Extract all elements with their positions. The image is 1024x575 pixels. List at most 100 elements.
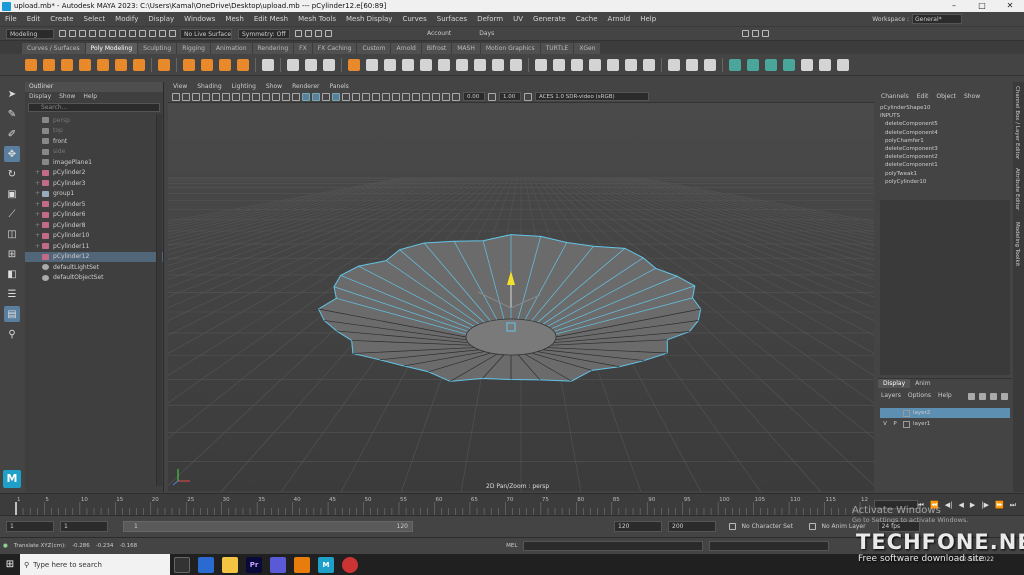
minimize-button[interactable]: –: [940, 0, 968, 12]
menu-help[interactable]: Help: [635, 15, 661, 23]
viewport-menu-renderer[interactable]: Renderer: [292, 82, 319, 91]
bridge-icon[interactable]: [366, 58, 378, 71]
history-input-node[interactable]: deleteComponent1: [878, 161, 1012, 169]
tab-sculpting[interactable]: Sculpting: [138, 43, 177, 54]
tab-xgen[interactable]: XGen: [574, 43, 601, 54]
menu-display[interactable]: Display: [143, 15, 179, 23]
xray-components-icon[interactable]: [442, 92, 450, 101]
side-by-side-layout-icon[interactable]: ◧: [4, 266, 20, 282]
quad-draw-icon[interactable]: [262, 58, 274, 71]
outliner-menu-help[interactable]: Help: [83, 92, 97, 102]
outliner-layout-icon[interactable]: ☰: [4, 286, 20, 302]
sweep-mesh-icon[interactable]: [201, 58, 213, 71]
poly-disc-icon[interactable]: [133, 58, 145, 71]
snap-point-icon[interactable]: [158, 30, 166, 37]
outliner-item[interactable]: pCylinder12: [25, 251, 163, 262]
tab-animation[interactable]: Animation: [210, 43, 252, 54]
history-input-node[interactable]: polyChamfer1: [878, 137, 1012, 145]
menu-surfaces[interactable]: Surfaces: [432, 15, 472, 23]
super-shape-icon[interactable]: [183, 58, 195, 71]
layer-color-swatch[interactable]: [903, 409, 910, 417]
use-all-lights-icon[interactable]: [352, 92, 360, 101]
history-input-node[interactable]: deleteComponent5: [878, 120, 1012, 128]
menu-set-dropdown[interactable]: Modeling: [6, 28, 54, 39]
uv-editor-icon[interactable]: [668, 58, 680, 71]
tab-mash[interactable]: MASH: [452, 43, 480, 54]
target-weld-icon[interactable]: [474, 58, 486, 71]
history-input-node[interactable]: deleteComponent4: [878, 129, 1012, 137]
step-forward-frame-icon[interactable]: |▶: [981, 501, 989, 510]
safe-action-icon[interactable]: [282, 92, 290, 101]
layer-tab-anim[interactable]: Anim: [910, 379, 935, 388]
tab-custom[interactable]: Custom: [357, 43, 391, 54]
task-view-icon[interactable]: [174, 556, 190, 573]
four-pane-layout-icon[interactable]: ⊞: [4, 246, 20, 262]
bevel-icon[interactable]: [348, 58, 360, 71]
select-hierarchy-icon[interactable]: [108, 30, 116, 37]
playback-range-bar[interactable]: 1 120: [123, 521, 413, 532]
expand-toggle[interactable]: +: [35, 180, 42, 187]
mirror-icon[interactable]: [535, 58, 547, 71]
expand-toggle[interactable]: +: [35, 201, 42, 208]
separate-icon[interactable]: [305, 58, 317, 71]
symmetry-dropdown[interactable]: Symmetry: Off: [238, 28, 290, 39]
layer-row[interactable]: V Player1: [880, 419, 1010, 429]
playback-start-field[interactable]: 1: [60, 521, 108, 532]
menu-edit-mesh[interactable]: Edit Mesh: [249, 15, 293, 23]
grid-toggle-icon[interactable]: [232, 92, 240, 101]
2d-pan-zoom-icon[interactable]: [212, 92, 220, 101]
field-chart-icon[interactable]: [272, 92, 280, 101]
step-forward-key-icon[interactable]: ⏩: [995, 501, 1004, 510]
poly-cylinder-icon[interactable]: [61, 58, 73, 71]
checker-icon[interactable]: [801, 58, 813, 71]
outliner-item[interactable]: defaultObjectSet: [25, 273, 163, 284]
motion-blur-icon[interactable]: [382, 92, 390, 101]
menu-deform[interactable]: Deform: [472, 15, 508, 23]
isolate-select-icon[interactable]: [412, 92, 420, 101]
menu-generate[interactable]: Generate: [528, 15, 571, 23]
outliner-item[interactable]: defaultLightSet: [25, 262, 163, 273]
snap-plane-icon[interactable]: [168, 30, 176, 37]
gamma-icon[interactable]: [488, 92, 496, 101]
automatic-map-icon[interactable]: [704, 58, 716, 71]
extrude-icon[interactable]: [384, 58, 396, 71]
render-settings-icon[interactable]: [314, 30, 322, 37]
outliner-item[interactable]: + pCylinder2: [25, 168, 163, 179]
channel-menu-channels[interactable]: Channels: [881, 92, 909, 102]
save-scene-icon[interactable]: [78, 30, 86, 37]
outliner-menu-display[interactable]: Display: [29, 92, 51, 102]
anti-aliasing-icon[interactable]: [392, 92, 400, 101]
snap-grid-icon[interactable]: [138, 30, 146, 37]
reverse-normals-icon[interactable]: [607, 58, 619, 71]
camera-attributes-icon[interactable]: [182, 92, 190, 101]
history-input-node[interactable]: polyTweak1: [878, 170, 1012, 178]
menu-file[interactable]: File: [0, 15, 22, 23]
safe-title-icon[interactable]: [292, 92, 300, 101]
gamma-field[interactable]: 1.00: [499, 92, 521, 101]
workspace-dropdown[interactable]: General*: [912, 14, 962, 24]
tab-arnold[interactable]: Arnold: [391, 43, 421, 54]
tab-channel-box-layer-editor[interactable]: Channel Box / Layer Editor: [1014, 86, 1020, 159]
poly-sphere-icon[interactable]: [25, 58, 37, 71]
expand-toggle[interactable]: +: [35, 169, 42, 176]
scale-tool-icon[interactable]: ▣: [4, 186, 20, 202]
select-component-icon[interactable]: [128, 30, 136, 37]
planar-map-icon[interactable]: [686, 58, 698, 71]
tab-fx-caching[interactable]: FX Caching: [312, 43, 357, 54]
move-layer-down-icon[interactable]: [979, 393, 986, 400]
layer-color-swatch[interactable]: [903, 420, 910, 428]
outliner-item[interactable]: + pCylinder6: [25, 210, 163, 221]
go-to-end-icon[interactable]: ⏭: [1010, 501, 1016, 510]
resolution-gate-icon[interactable]: [252, 92, 260, 101]
outliner-scrollbar[interactable]: [156, 114, 162, 486]
insert-edge-loop-icon[interactable]: [492, 58, 504, 71]
smooth-icon[interactable]: [323, 58, 335, 71]
channel-menu-show[interactable]: Show: [964, 92, 980, 102]
shape-node-name[interactable]: pCylinderShape10: [878, 104, 1012, 112]
channel-menu-edit[interactable]: Edit: [917, 92, 929, 102]
rotate-tool-icon[interactable]: ↻: [4, 166, 20, 182]
toggle-attribute-editor-icon[interactable]: [752, 30, 760, 37]
combine-icon[interactable]: [287, 58, 299, 71]
tab-poly-modeling[interactable]: Poly Modeling: [85, 43, 138, 54]
expand-toggle[interactable]: +: [35, 232, 42, 239]
